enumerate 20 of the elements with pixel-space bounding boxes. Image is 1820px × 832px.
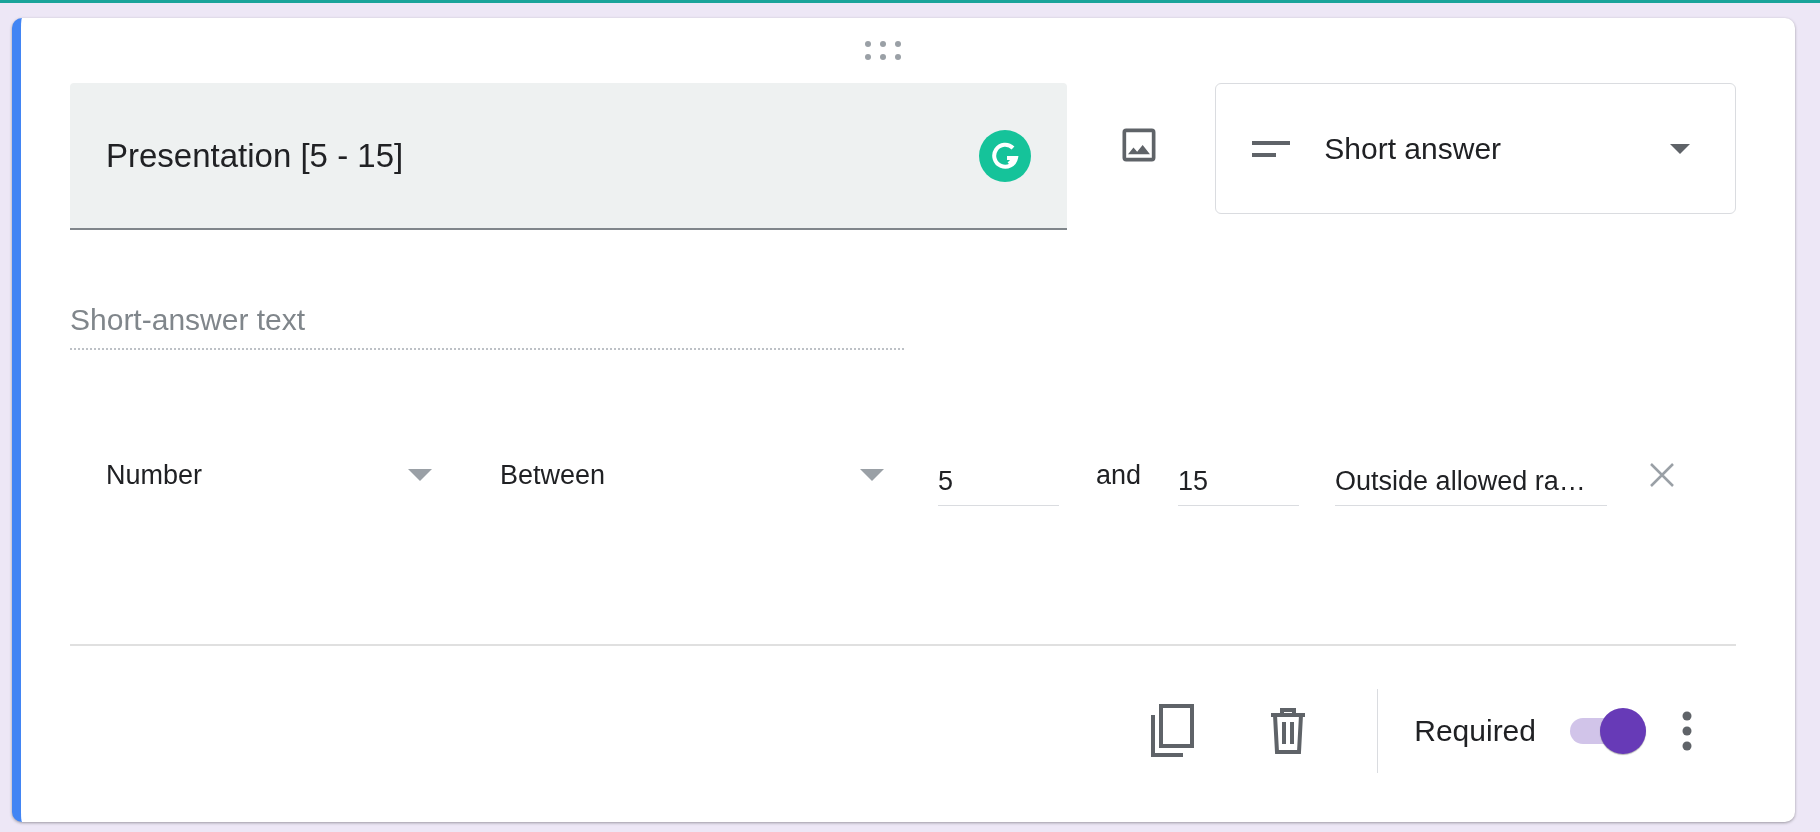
close-icon[interactable]	[1649, 462, 1676, 488]
question-type-dropdown[interactable]: Short answer	[1215, 83, 1736, 214]
and-label: and	[1096, 459, 1142, 491]
maximum-field[interactable]: 15	[1178, 444, 1300, 506]
short-text-icon	[1252, 140, 1291, 157]
validation-type-dropdown[interactable]: Number	[106, 450, 466, 500]
caret-icon	[408, 469, 432, 481]
question-type-label: Short answer	[1324, 131, 1503, 166]
condition-dropdown[interactable]: Between	[500, 450, 918, 500]
caret-icon	[860, 469, 884, 481]
question-title: Presentation [5 - 15]	[106, 136, 404, 175]
error-text-field[interactable]: Outside allowed ra…	[1335, 444, 1608, 506]
required-label: Required	[1414, 714, 1536, 748]
copy-icon[interactable]	[1149, 703, 1196, 759]
caret-icon	[1670, 143, 1690, 154]
trash-icon[interactable]	[1269, 708, 1308, 754]
minimum-field[interactable]: 5	[938, 444, 1059, 506]
question-title-field[interactable]: Presentation [5 - 15]	[70, 83, 1068, 230]
drag-handle-icon[interactable]	[864, 39, 902, 62]
more-options-icon[interactable]	[1682, 711, 1692, 751]
